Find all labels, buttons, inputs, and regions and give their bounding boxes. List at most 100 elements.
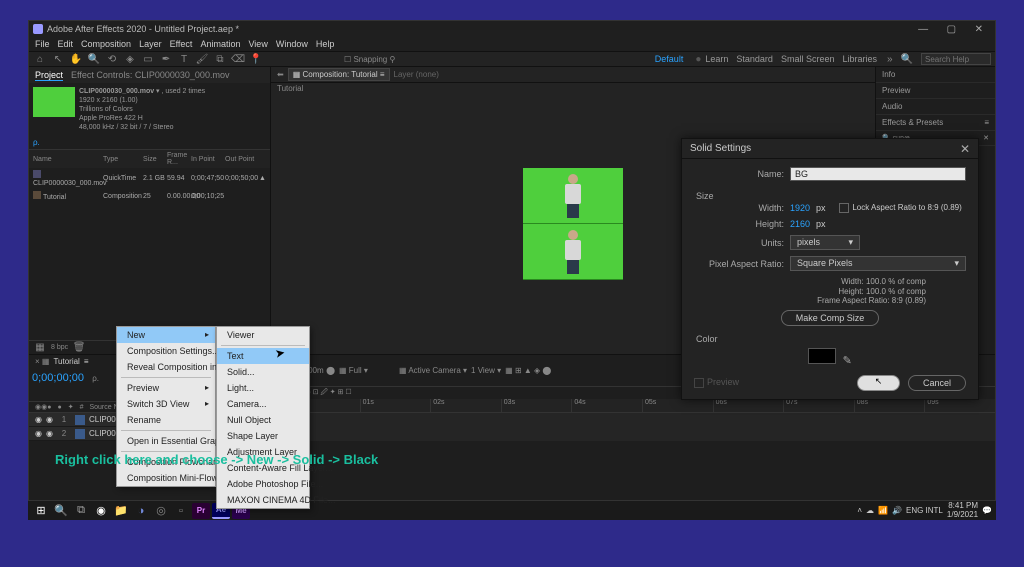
width-value[interactable]: 1920 (790, 203, 810, 213)
color-swatch[interactable] (808, 348, 836, 364)
workspace-small-screen[interactable]: Small Screen (781, 54, 835, 64)
camera-dropdown[interactable]: ▦ Active Camera ▾ (399, 366, 467, 375)
tray-chevron-icon[interactable]: ˄ (857, 506, 862, 515)
ctx-text[interactable]: Text (217, 348, 309, 364)
timecode[interactable]: 0;00;00;00 (32, 372, 84, 384)
app-icon[interactable]: ▫ (172, 503, 190, 519)
eraser-tool-icon[interactable]: ⌫ (231, 52, 245, 66)
steam-icon[interactable]: ◎ (152, 503, 170, 519)
comp-breadcrumb[interactable]: Tutorial (271, 83, 875, 94)
hand-tool-icon[interactable]: ✋ (69, 52, 83, 66)
viewer-icon[interactable]: ⬅ (277, 70, 284, 79)
clone-tool-icon[interactable]: ⧉ (213, 52, 227, 66)
menu-edit[interactable]: Edit (58, 39, 74, 49)
shape-tool-icon[interactable]: ▭ (141, 52, 155, 66)
workspace-libraries[interactable]: Libraries (842, 54, 877, 64)
height-value[interactable]: 2160 (790, 219, 810, 229)
notification-icon[interactable]: 💬 (982, 506, 992, 515)
ok-button[interactable]: OK↖ (857, 375, 900, 391)
explorer-icon[interactable]: 📁 (112, 503, 130, 519)
ctx-cinema4d-file[interactable]: MAXON CINEMA 4D File... (217, 492, 309, 508)
zoom-dropdown[interactable]: ▦ Full ▾ (339, 366, 368, 375)
menubar[interactable]: File Edit Composition Layer Effect Anima… (29, 37, 995, 51)
panel-audio[interactable]: Audio (876, 99, 995, 115)
ctx-composition-settings[interactable]: Composition Settings... (117, 343, 215, 359)
view-dropdown[interactable]: 1 View ▾ (471, 366, 501, 375)
solid-name-input[interactable] (790, 167, 966, 181)
tab-project[interactable]: Project (35, 70, 63, 81)
ctx-reveal-comp[interactable]: Reveal Composition in Project (117, 359, 215, 375)
task-view-icon[interactable]: ⧉ (72, 503, 90, 519)
window-controls[interactable]: — ▢ ✕ (910, 24, 991, 35)
puppet-tool-icon[interactable]: 📍 (249, 52, 263, 66)
minimize-icon[interactable]: — (910, 24, 936, 35)
ctx-light[interactable]: Light... (217, 380, 309, 396)
ctx-null[interactable]: Null Object (217, 412, 309, 428)
timeline-tab[interactable]: Tutorial (53, 357, 79, 367)
workspace-default[interactable]: Default (647, 54, 692, 64)
maximize-icon[interactable]: ▢ (939, 24, 964, 35)
camera-tool-icon[interactable]: ◈ (123, 52, 137, 66)
ctx-new[interactable]: New (117, 327, 215, 343)
menu-help[interactable]: Help (316, 39, 335, 49)
ctx-photoshop-file[interactable]: Adobe Photoshop File... (217, 476, 309, 492)
timeline-tracks[interactable] (289, 413, 995, 441)
discord-icon[interactable]: ◑ (132, 503, 150, 519)
bin-icon[interactable]: ▦ (33, 341, 47, 355)
menu-file[interactable]: File (35, 39, 50, 49)
clip-thumbnail[interactable] (33, 87, 75, 117)
search-icon[interactable]: 🔍 (52, 503, 70, 519)
units-dropdown[interactable]: pixels ▾ (790, 235, 860, 250)
trash-icon[interactable]: 🗑 (72, 341, 86, 355)
home-icon[interactable]: ⌂ (33, 52, 47, 66)
ctx-switch-3d[interactable]: Switch 3D View (117, 396, 215, 412)
selection-tool-icon[interactable]: ↖ (51, 52, 65, 66)
brush-tool-icon[interactable]: 🖌 (195, 52, 209, 66)
ctx-preview[interactable]: Preview (117, 380, 215, 396)
ctx-solid[interactable]: Solid... (217, 364, 309, 380)
lock-aspect-checkbox[interactable] (839, 203, 849, 213)
text-tool-icon[interactable]: T (177, 52, 191, 66)
tray-wifi-icon[interactable]: 📶 (878, 506, 888, 515)
close-icon[interactable]: ✕ (960, 142, 970, 156)
cancel-button[interactable]: Cancel (908, 375, 966, 391)
ctx-rename[interactable]: Rename (117, 412, 215, 428)
menu-animation[interactable]: Animation (200, 39, 240, 49)
tray-cloud-icon[interactable]: ☁ (866, 506, 874, 515)
make-comp-size-button[interactable]: Make Comp Size (781, 310, 880, 326)
menu-layer[interactable]: Layer (139, 39, 162, 49)
project-row[interactable]: Tutorial Composition 25 0.00.00.00 0;00;… (29, 189, 270, 203)
snapping-toggle[interactable]: ☐ Snapping ⚲ (344, 55, 395, 64)
menu-effect[interactable]: Effect (170, 39, 193, 49)
windows-taskbar[interactable]: ⊞ 🔍 ⧉ ◉ 📁 ◑ ◎ ▫ Pr Ae Me ˄ ☁ 📶 🔊 ENG INT… (28, 500, 996, 520)
ctx-shape-layer[interactable]: Shape Layer (217, 428, 309, 444)
panel-preview[interactable]: Preview (876, 83, 995, 99)
clock[interactable]: 8:41 PM 1/9/2021 (947, 502, 978, 520)
zoom-tool-icon[interactable]: 🔍 (87, 52, 101, 66)
project-row[interactable]: CLIP0000030_000.mov QuickTime 2.1 GB 59.… (29, 168, 270, 189)
tab-effect-controls[interactable]: Effect Controls: CLIP0000030_000.mov (71, 70, 229, 80)
dialog-titlebar[interactable]: Solid Settings ✕ (682, 139, 978, 159)
context-submenu-new[interactable]: Viewer Text Solid... Light... Camera... … (216, 326, 310, 509)
menu-view[interactable]: View (248, 39, 267, 49)
search-help-input[interactable] (921, 53, 991, 65)
workspace-learn[interactable]: Learn (705, 54, 728, 64)
ctx-essential-graphics[interactable]: Open in Essential Graphics (117, 433, 215, 449)
tab-layer[interactable]: Layer (none) (394, 70, 439, 79)
tray-volume-icon[interactable]: 🔊 (892, 506, 902, 515)
chrome-icon[interactable]: ◉ (92, 503, 110, 519)
eyedropper-icon[interactable]: ✎ (843, 355, 852, 367)
menu-composition[interactable]: Composition (81, 39, 131, 49)
close-icon[interactable]: ✕ (967, 24, 991, 35)
timeline-ruler[interactable]: 00s 01s 02s 03s 04s 05s 06s 07s 08s 09s (289, 399, 995, 413)
menu-window[interactable]: Window (276, 39, 308, 49)
language-indicator[interactable]: ENG INTL (906, 507, 943, 515)
ctx-mini-flowchart[interactable]: Composition Mini-Flowchart (117, 470, 215, 486)
panel-effects[interactable]: Effects & Presets≡ (876, 115, 995, 131)
pen-tool-icon[interactable]: ✒ (159, 52, 173, 66)
ctx-camera[interactable]: Camera... (217, 396, 309, 412)
premiere-icon[interactable]: Pr (192, 503, 210, 519)
rotate-tool-icon[interactable]: ⟲ (105, 52, 119, 66)
ctx-viewer[interactable]: Viewer (217, 327, 309, 343)
start-button[interactable]: ⊞ (32, 503, 50, 519)
